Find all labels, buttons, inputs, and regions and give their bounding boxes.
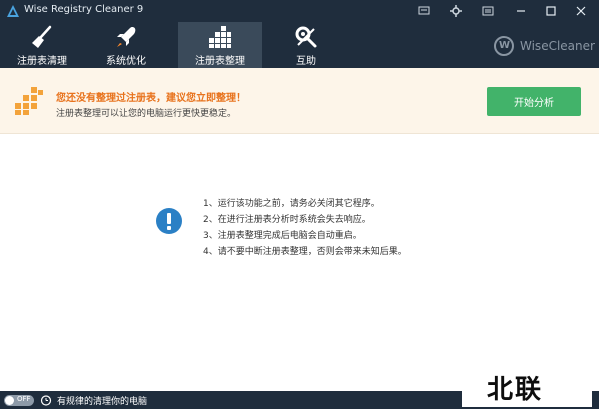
tab-label: 系统优化: [106, 56, 146, 67]
minimize-icon[interactable]: [507, 0, 535, 22]
banner-subtitle: 注册表整理可以让您的电脑运行更快更稳定。: [56, 109, 237, 119]
list-item: 4、请不要中断注册表整理，否则会带来未知后果。: [203, 247, 407, 257]
blocks-icon: [209, 26, 231, 48]
alarm-clock-icon: [40, 395, 52, 406]
tab-registry-defrag[interactable]: 注册表整理: [178, 22, 262, 68]
scheduled-clean-toggle[interactable]: OFF: [4, 395, 34, 406]
brand-logo[interactable]: W WiseCleaner: [494, 36, 595, 56]
app-logo-icon: [7, 5, 19, 17]
toggle-label: OFF: [17, 395, 31, 403]
tools-icon: [295, 26, 317, 48]
recommendation-banner: 您还没有整理过注册表，建议您立即整理！ 注册表整理可以让您的电脑运行更快更稳定。…: [0, 68, 599, 134]
brand-circle-icon: W: [494, 36, 514, 56]
maximize-icon[interactable]: [537, 0, 565, 22]
brand-name: WiseCleaner: [520, 39, 595, 53]
list-item: 3、注册表整理完成后电脑会自动重启。: [203, 231, 362, 241]
tab-help[interactable]: 互助: [264, 22, 348, 68]
watermark-text: 北联: [487, 375, 544, 405]
close-icon[interactable]: [567, 0, 595, 22]
app-title: Wise Registry Cleaner 9: [24, 4, 144, 15]
settings-icon[interactable]: [442, 0, 470, 22]
broom-icon: [32, 25, 52, 48]
tab-system-tuneup[interactable]: 系统优化: [84, 22, 168, 68]
status-text: 有规律的清理你的电脑: [57, 397, 148, 407]
title-bar: Wise Registry Cleaner 9: [0, 0, 599, 22]
menu-icon[interactable]: [474, 0, 502, 22]
feedback-icon[interactable]: [410, 0, 438, 22]
warning-notes-list: 1、运行该功能之前，请务必关闭其它程序。 2、在进行注册表分析时系统会失去响应。…: [203, 196, 407, 260]
tab-label: 注册表清理: [17, 56, 67, 67]
list-item: 1、运行该功能之前，请务必关闭其它程序。: [203, 199, 380, 209]
banner-title: 您还没有整理过注册表，建议您立即整理！: [56, 93, 246, 104]
tab-label: 互助: [296, 56, 316, 67]
start-analysis-button[interactable]: 开始分析: [487, 87, 581, 116]
tab-label: 注册表整理: [195, 56, 245, 67]
watermark: 北联: [462, 367, 592, 407]
defrag-blocks-icon: [15, 87, 43, 115]
tab-registry-cleaner[interactable]: 注册表清理: [0, 22, 84, 68]
main-toolbar: 注册表清理 系统优化 注册表整理 互助 W WiseCleaner: [0, 22, 599, 68]
toggle-knob: [5, 396, 14, 405]
list-item: 2、在进行注册表分析时系统会失去响应。: [203, 215, 371, 225]
info-icon: [156, 208, 182, 234]
rocket-icon: [117, 27, 136, 47]
